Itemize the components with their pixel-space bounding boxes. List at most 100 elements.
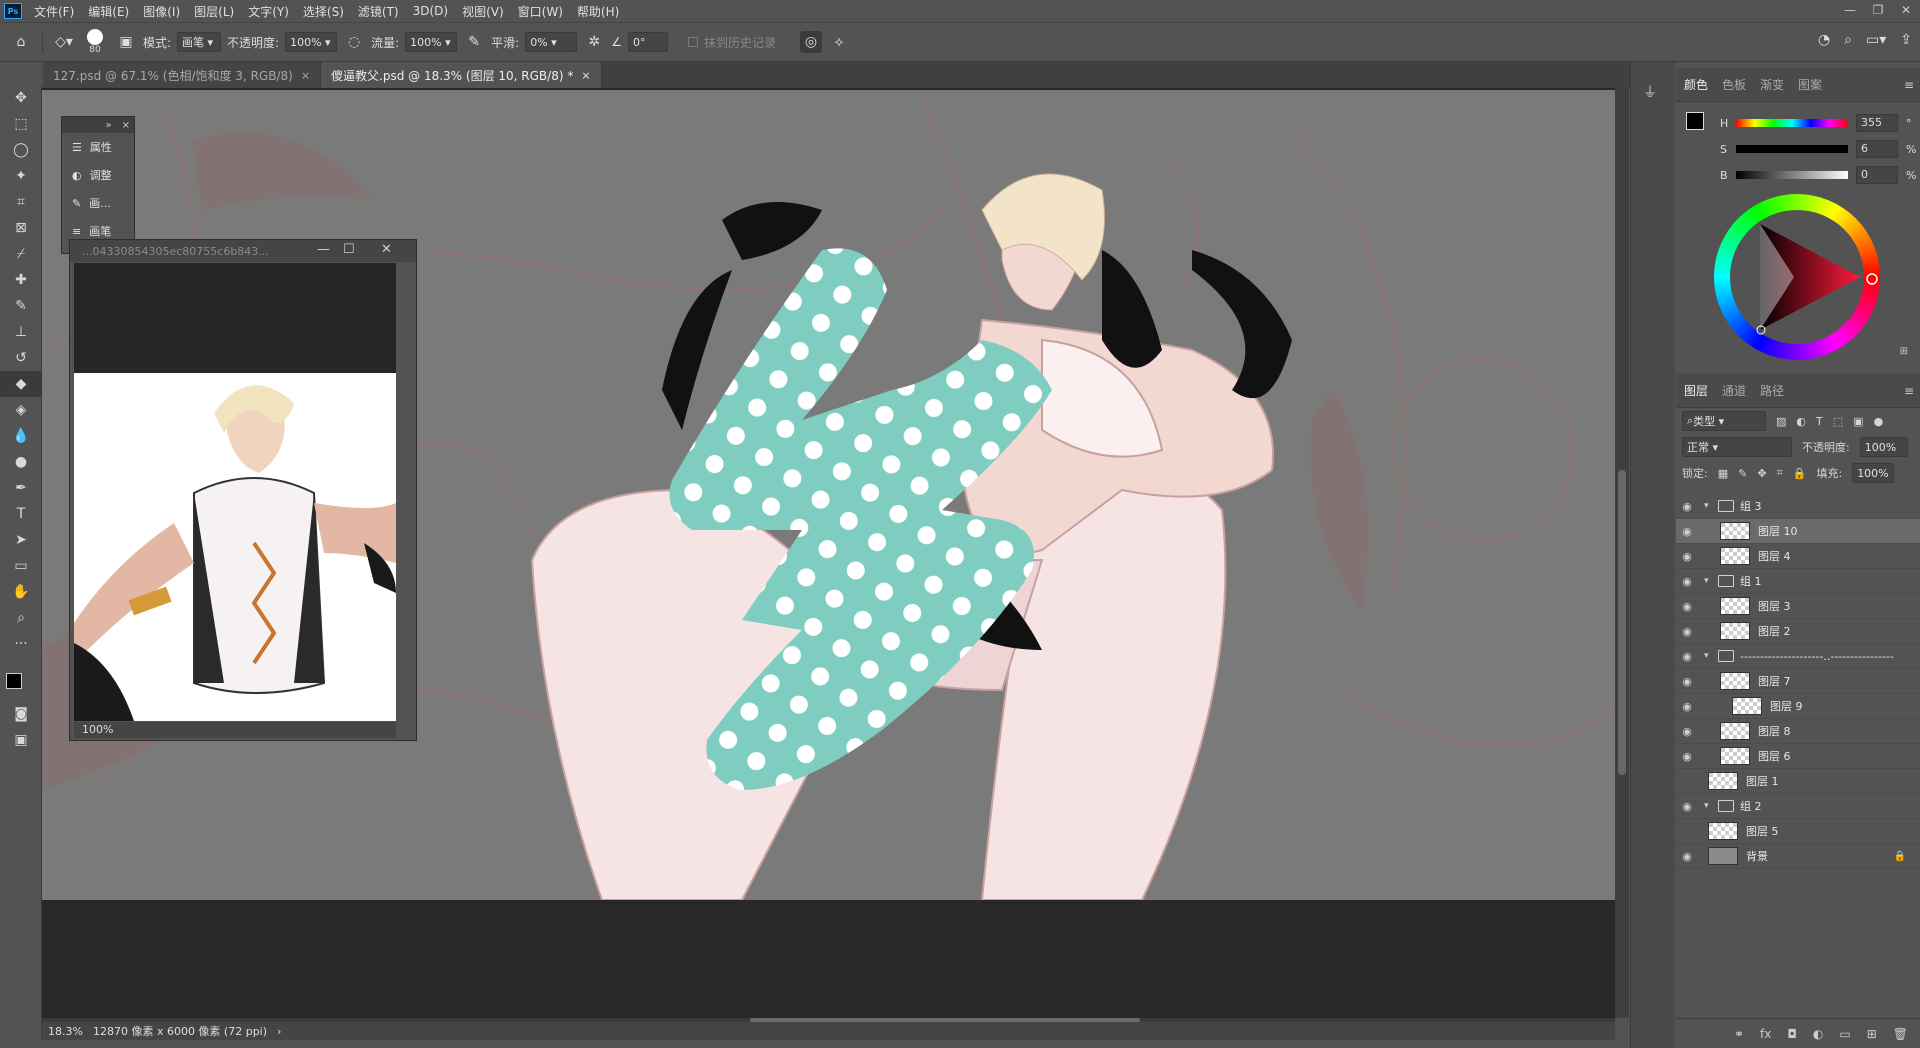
symmetry-icon[interactable]: ⟡ [828,31,850,53]
close-tab-icon[interactable]: × [301,69,310,82]
layer-row[interactable]: ◉ ▾ 组 1 [1676,569,1920,594]
hue-value[interactable]: 355 [1856,114,1898,132]
color-wheel[interactable] [1714,194,1880,360]
eye-icon[interactable]: ◉ [1676,500,1698,513]
eye-icon[interactable]: ◉ [1676,650,1698,663]
layer-row[interactable]: ◉ 图层 3 [1676,594,1920,619]
filter-toggle-icon[interactable]: ● [1874,415,1884,428]
filter-smart-icon[interactable]: ▣ [1853,415,1863,428]
filter-shape-icon[interactable]: ⬚ [1833,415,1843,428]
erase-history-checkbox[interactable] [687,37,698,47]
eye-icon[interactable]: ◉ [1676,800,1698,813]
rectangle-tool-icon[interactable]: ▭ [0,553,42,579]
tab-patterns[interactable]: 图案 [1798,76,1822,93]
close-icon[interactable]: × [122,120,130,131]
color-triangle[interactable] [1714,194,1880,360]
mode-select[interactable]: 画笔 ▾ [177,32,222,52]
gear-icon[interactable]: ✲ [583,31,605,53]
menu-image[interactable]: 图像(I) [136,3,187,20]
eyedropper-tool-icon[interactable]: ⌿ [0,241,42,267]
quick-mask-icon[interactable]: ◙ [0,701,42,727]
menu-edit[interactable]: 编辑(E) [81,3,136,20]
pressure-opacity-icon[interactable]: ◌ [343,31,365,53]
status-menu-chevron-icon[interactable]: › [277,1025,281,1038]
layer-row[interactable]: ◉ 图层 2 [1676,619,1920,644]
fill-input[interactable]: 100% [1852,463,1895,483]
color-swatches[interactable] [0,657,41,701]
tab-color[interactable]: 颜色 [1684,76,1708,93]
close-button[interactable]: ✕ [1892,0,1920,22]
hue-slider[interactable] [1736,119,1848,127]
brush-tool-icon[interactable]: ✎ [0,293,42,319]
zoom-readout[interactable]: 18.3% [48,1025,83,1038]
trash-icon[interactable]: 🗑 [1893,1027,1908,1041]
tab-127-psd[interactable]: 127.psd @ 67.1% (色相/饱和度 3, RGB/8) × [43,62,322,88]
healing-brush-tool-icon[interactable]: ✚ [0,267,42,293]
group-expand-chevron-icon[interactable]: ▾ [1704,651,1714,661]
frame-tool-icon[interactable]: ⊠ [0,215,42,241]
layer-row[interactable]: ◉ ▾ 组 3 [1676,494,1920,519]
link-icon[interactable]: ⚭ [1734,1027,1744,1041]
layer-row[interactable]: ◉ ▾ ---------------------..---------------… [1676,644,1920,669]
panel-menu-icon[interactable]: ≡ [1904,78,1914,92]
lock-all-icon[interactable]: 🔒 [1793,467,1807,480]
smoothing-input[interactable]: 0% ▾ [525,32,578,52]
eye-icon[interactable]: ◉ [1676,850,1698,863]
expand-icon[interactable]: » [105,120,111,131]
menu-window[interactable]: 窗口(W) [511,3,570,20]
home-icon[interactable]: ⌂ [10,31,32,53]
adjustment-icon[interactable]: ◐ [1813,1027,1823,1041]
tab-channels[interactable]: 通道 [1722,382,1746,399]
flow-input[interactable]: 100% ▾ [405,32,458,52]
marquee-tool-icon[interactable]: ⬚ [0,111,42,137]
paint-bucket-tool-icon[interactable]: ◈ [0,397,42,423]
export-icon[interactable]: ⇪ [1900,32,1912,48]
lock-pixels-icon[interactable]: ✎ [1738,467,1747,480]
brush-preset-picker[interactable]: 80 [81,29,109,55]
layer-row[interactable]: ◉ ▾ 组 2 [1676,794,1920,819]
crop-tool-icon[interactable]: ⌗ [0,189,42,215]
panel-properties[interactable]: ☰ 属性 [62,133,134,161]
layer-row[interactable]: ◉ 背景 🔒 [1676,844,1920,869]
eye-icon[interactable]: ◉ [1676,550,1698,563]
group-expand-chevron-icon[interactable]: ▾ [1704,801,1714,811]
airbrush-icon[interactable]: ✎ [463,31,485,53]
panel-brush-settings[interactable]: ✎ 画... [62,189,134,217]
eraser-tool-icon[interactable]: ◆ [0,371,42,397]
add-swatch-icon[interactable]: ⊞ [1900,346,1908,357]
menu-select[interactable]: 选择(S) [296,3,351,20]
new-group-icon[interactable]: ▭ [1839,1027,1850,1041]
group-expand-chevron-icon[interactable]: ▾ [1704,501,1714,511]
history-panel-icon[interactable]: ⏚ [1643,82,1675,102]
close-icon[interactable]: ✕ [381,242,392,257]
eye-icon[interactable]: ◉ [1676,750,1698,763]
eye-icon[interactable]: ◉ [1676,525,1698,538]
share-user-icon[interactable]: ◔ [1818,32,1830,48]
layer-row[interactable]: ◉ 图层 8 [1676,719,1920,744]
layer-row[interactable]: ◉ 图层 7 [1676,669,1920,694]
fx-icon[interactable]: fx [1760,1027,1771,1041]
magic-wand-tool-icon[interactable]: ✦ [0,163,42,189]
panel-menu-icon[interactable]: ≡ [1904,384,1914,398]
hand-tool-icon[interactable]: ✋ [0,579,42,605]
menu-3d[interactable]: 3D(D) [406,4,455,18]
reference-window-titlebar[interactable]: ...04330854305ec80755c6b843... — ☐ ✕ [70,240,416,262]
menu-layer[interactable]: 图层(L) [187,3,241,20]
eye-icon[interactable]: ◉ [1676,625,1698,638]
eye-icon[interactable]: ◉ [1676,700,1698,713]
vertical-scroll-thumb[interactable] [1618,470,1626,775]
layer-row[interactable]: ◉ 图层 4 [1676,544,1920,569]
minimize-button[interactable]: — [1836,0,1864,22]
menu-type[interactable]: 文字(Y) [241,3,296,20]
zoom-tool-icon[interactable]: ⌕ [0,605,42,631]
tab-swatches[interactable]: 色板 [1722,76,1746,93]
lasso-tool-icon[interactable]: ◯ [0,137,42,163]
eye-icon[interactable]: ◉ [1676,725,1698,738]
new-layer-icon[interactable]: ⊞ [1867,1027,1877,1041]
workspace-icon[interactable]: ▭▾ [1866,32,1886,48]
minimize-icon[interactable]: — [317,242,330,257]
eye-icon[interactable]: ◉ [1676,575,1698,588]
layer-opacity-input[interactable]: 100% [1859,437,1908,457]
tab-active-document[interactable]: 傻逼教父.psd @ 18.3% (图层 10, RGB/8) * × [321,62,602,88]
opacity-input[interactable]: 100% ▾ [285,32,338,52]
